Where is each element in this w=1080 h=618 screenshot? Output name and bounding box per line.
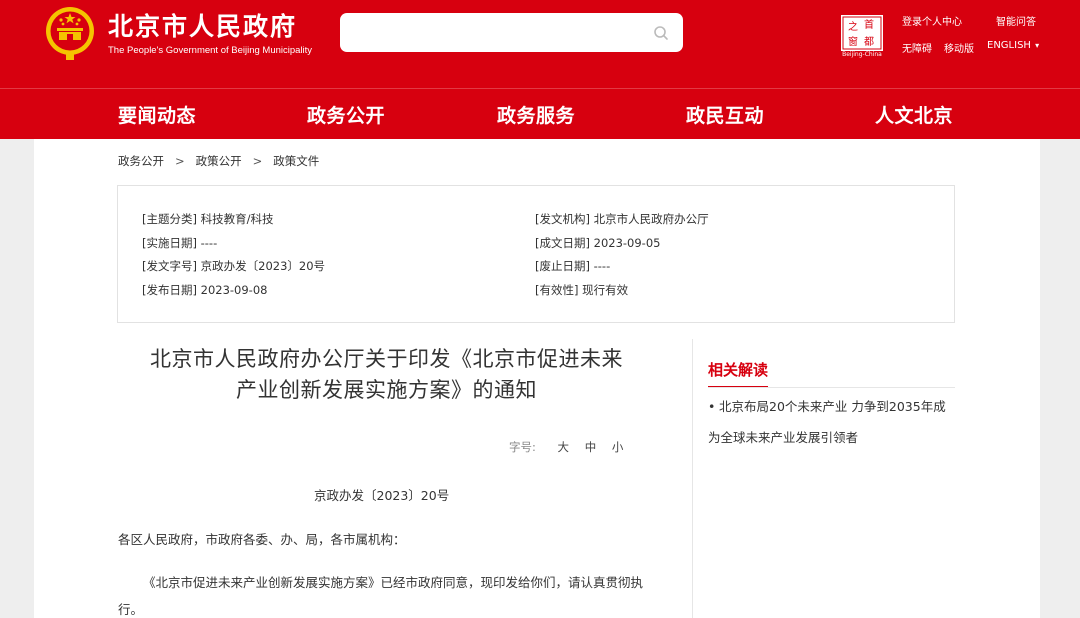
meta-abolish-date: [废止日期] ----: [535, 259, 611, 273]
content-panel: 政务公开 > 政策公开 > 政策文件 [主题分类] 科技教育/科技 [实施日期] ---…: [34, 139, 1040, 618]
nav-item-news[interactable]: 要闻动态: [118, 101, 196, 128]
related-item[interactable]: • 北京布局20个未来产业 力争到2035年成为全球未来产业发展引领者: [708, 391, 955, 453]
english-label: ENGLISH: [987, 40, 1031, 51]
bullet-icon: •: [708, 399, 716, 414]
nav-item-interaction[interactable]: 政民互动: [686, 101, 764, 128]
site-header: 北京市人民政府 The People's Government of Beiji…: [0, 0, 1080, 88]
title-line-1: 北京市人民政府办公厅关于印发《北京市促进未来: [150, 347, 623, 371]
addressee: 各区人民政府，市政府各委、办、局，各市属机构：: [118, 532, 406, 547]
breadcrumb-item-gov-affairs[interactable]: 政务公开: [118, 153, 164, 169]
breadcrumb-item-policy-docs[interactable]: 政策文件: [273, 153, 319, 169]
meta-publish-date: [发布日期] 2023-09-08: [142, 283, 268, 297]
breadcrumb: 政务公开 > 政策公开 > 政策文件: [118, 153, 319, 169]
breadcrumb-item-policy[interactable]: 政策公开: [196, 153, 242, 169]
svg-text:窗: 窗: [848, 35, 858, 48]
font-medium-button[interactable]: 中: [585, 439, 597, 455]
smart-qa-link[interactable]: 智能问答: [996, 13, 1036, 28]
related-interpretation-title: 相关解读: [708, 359, 769, 388]
font-size-label: 字号:: [509, 440, 536, 454]
svg-text:首: 首: [864, 18, 874, 31]
login-link[interactable]: 登录个人中心: [902, 13, 962, 28]
meta-validity: [有效性] 现行有效: [535, 283, 629, 297]
english-link[interactable]: ENGLISH ▾: [987, 40, 1039, 51]
breadcrumb-separator: >: [252, 154, 263, 168]
font-size-switcher: 字号: 大 中 小: [509, 439, 623, 455]
nav-item-gov-affairs[interactable]: 政务公开: [307, 101, 385, 128]
capital-logo-text: Beijing-China: [842, 51, 882, 58]
meta-issuer: [发文机构] 北京市人民政府办公厅: [535, 212, 709, 226]
page-title: 北京市人民政府办公厅关于印发《北京市促进未来 产业创新发展实施方案》的通知: [114, 344, 659, 406]
meta-written-date: [成文日期] 2023-09-05: [535, 236, 661, 250]
font-large-button[interactable]: 大: [558, 439, 570, 455]
main-nav: 要闻动态 政务公开 政务服务 政民互动 人文北京: [0, 88, 1080, 139]
meta-doc-no: [发文字号] 京政办发〔2023〕20号: [142, 259, 326, 273]
title-line-2: 产业创新发展实施方案》的通知: [236, 378, 537, 402]
site-name-en[interactable]: The People's Government of Beijing Munic…: [108, 45, 312, 56]
body-paragraph: 《北京市促进未来产业创新发展实施方案》已经市政府同意，现印发给你们，请认真贯彻执…: [118, 575, 644, 617]
site-name-cn[interactable]: 北京市人民政府: [108, 7, 297, 43]
search-box: [340, 13, 683, 52]
related-item-text: 北京布局20个未来产业 力争到2035年成为全球未来产业发展引领者: [708, 399, 946, 445]
breadcrumb-separator: >: [175, 154, 185, 168]
nav-item-culture[interactable]: 人文北京: [875, 101, 953, 128]
document-number: 京政办发〔2023〕20号: [314, 488, 450, 503]
svg-text:之: 之: [848, 20, 858, 33]
svg-text:都: 都: [864, 36, 874, 48]
related-divider: [708, 387, 955, 388]
search-icon[interactable]: [653, 25, 669, 41]
search-input[interactable]: [352, 21, 642, 44]
meta-topic: [主题分类] 科技教育/科技: [142, 212, 274, 226]
font-small-button[interactable]: 小: [612, 439, 624, 455]
mobile-version-link[interactable]: 移动版: [944, 40, 974, 55]
chevron-down-icon: ▾: [1035, 41, 1040, 50]
meta-effective-date: [实施日期] ----: [142, 236, 218, 250]
document-meta-box: [主题分类] 科技教育/科技 [实施日期] ---- [发文字号] 京政办发〔2…: [117, 185, 955, 323]
nav-item-gov-service[interactable]: 政务服务: [497, 101, 575, 128]
accessibility-link[interactable]: 无障碍: [902, 40, 932, 55]
column-divider: [692, 339, 693, 618]
national-emblem-icon[interactable]: [42, 4, 98, 62]
